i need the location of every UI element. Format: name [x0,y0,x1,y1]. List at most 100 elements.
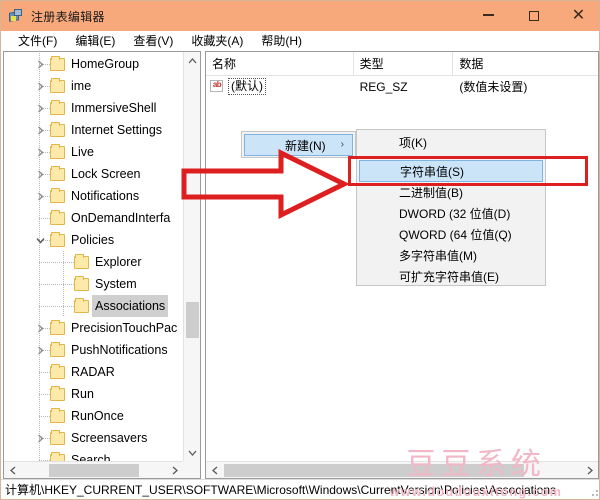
chevron-right-icon[interactable] [34,317,46,339]
folder-icon [50,100,65,115]
chevron-right-icon[interactable] [34,53,46,75]
values-list: ab (默认) REG_SZ (数值未设置) [206,76,598,97]
folder-icon [50,232,65,247]
tree-item-label: HomeGroup [71,57,140,71]
folder-icon [50,320,65,335]
chevron-right-icon[interactable] [34,163,46,185]
tree-item-live[interactable]: Live [4,141,183,163]
folder-icon [50,166,65,181]
value-name-cell[interactable]: ab (默认) [206,78,354,95]
chevron-left-icon[interactable] [206,462,223,478]
context-submenu-item-5[interactable]: 多字符串值(M) [359,245,543,266]
tree-item-screensavers[interactable]: Screensavers [4,427,183,449]
chevron-right-icon[interactable] [34,97,46,119]
folder-icon [50,452,65,461]
column-header-type[interactable]: 类型 [354,52,454,76]
watermark-brand: 豆豆系统 [406,448,546,481]
tree-item-label: Explorer [95,255,142,269]
tree-item-notifications[interactable]: Notifications [4,185,183,207]
chevron-right-icon[interactable] [34,119,46,141]
registry-tree-pane: HomeGroup ime ImmersiveShell Internet Setti… [3,51,201,479]
chevron-right-icon[interactable] [34,75,46,97]
folder-icon [74,254,89,269]
menubar: 文件(F) 编辑(E) 查看(V) 收藏夹(A) 帮助(H) [1,31,599,51]
tree-item-pushnotifications[interactable]: PushNotifications [4,339,183,361]
tree-item-radar[interactable]: RADAR [4,361,183,383]
tree-item-label: RADAR [71,365,115,379]
context-submenu-item-4[interactable]: QWORD (64 位值(Q) [359,224,543,245]
tree-item-label: ime [71,79,92,93]
tree-vertical-scrollbar[interactable] [183,52,200,461]
tree-item-run[interactable]: Run [4,383,183,405]
values-column-headers: 名称 类型 数据 [206,52,598,76]
tree-item-associations[interactable]: Associations [4,295,183,317]
tree-horizontal-scrollbar[interactable] [4,461,183,478]
tree-item-ondemandinterfa[interactable]: OnDemandInterfa [4,207,183,229]
tree-item-label: Notifications [71,189,140,203]
chevron-down-icon[interactable] [34,229,46,251]
column-header-name[interactable]: 名称 [206,52,354,76]
chevron-up-icon[interactable] [184,52,200,69]
menu-edit[interactable]: 编辑(E) [66,31,124,51]
registry-editor-window: 注册表编辑器 ✕ 文件(F) 编辑(E) 查看(V) 收藏夹(A) 帮助(H) … [0,0,600,500]
tree-hscroll-thumb[interactable] [49,464,139,477]
menu-file[interactable]: 文件(F) [9,31,66,51]
tree-item-label: System [95,277,137,291]
tree-item-label: PrecisionTouchPac [71,321,178,335]
folder-icon [50,342,65,357]
tree-item-explorer[interactable]: Explorer [4,251,183,273]
folder-icon [50,188,65,203]
tree-guide-lines [4,75,183,97]
chevron-right-icon[interactable] [34,141,46,163]
tree-item-precisiontouchpac[interactable]: PrecisionTouchPac [4,317,183,339]
tree-item-label: Screensavers [71,431,148,445]
tree-item-label: Associations [92,295,169,317]
folder-icon [50,408,65,423]
tree-item-label: Search [71,453,111,461]
chevron-right-icon[interactable] [34,185,46,207]
tree-item-system[interactable]: System [4,273,183,295]
tree-item-lock-screen[interactable]: Lock Screen [4,163,183,185]
folder-icon [50,386,65,401]
menu-view[interactable]: 查看(V) [124,31,182,51]
chevron-left-icon[interactable] [4,462,21,478]
value-data-cell: (数值未设置) [459,80,528,94]
close-button[interactable]: ✕ [556,1,599,31]
context-submenu-item-0[interactable]: 项(K) [359,132,543,153]
folder-icon [74,298,89,313]
table-row[interactable]: ab (默认) REG_SZ (数值未设置) [206,76,598,97]
maximize-button[interactable] [511,1,556,31]
value-name-text: (默认) [228,78,266,95]
tree-item-policies[interactable]: Policies [4,229,183,251]
menu-favorites[interactable]: 收藏夹(A) [182,31,252,51]
context-submenu-item-6[interactable]: 可扩充字符串值(E) [359,266,543,287]
registry-editor-icon [8,8,24,24]
registry-tree-scroll-area: HomeGroup ime ImmersiveShell Internet Setti… [4,52,183,461]
tree-scroll-corner [183,461,200,478]
tree-item-search[interactable]: Search [4,449,183,461]
minimize-button[interactable] [466,1,511,31]
folder-icon [50,430,65,445]
tree-vscroll-thumb[interactable] [186,302,199,338]
tree-item-ime[interactable]: ime [4,75,183,97]
context-submenu-new: 项(K) 字符串值(S) 二进制值(B) DWORD (32 位值(D) QWORD (… [356,129,546,286]
folder-icon [50,56,65,71]
red-highlight-rectangle [348,156,588,186]
tree-item-internet-settings[interactable]: Internet Settings [4,119,183,141]
chevron-right-icon[interactable] [34,339,46,361]
column-header-data[interactable]: 数据 [453,52,598,76]
menu-help[interactable]: 帮助(H) [252,31,311,51]
registry-tree: HomeGroup ime ImmersiveShell Internet Setti… [4,52,183,461]
chevron-down-icon[interactable] [184,444,200,461]
tree-item-homegroup[interactable]: HomeGroup [4,53,183,75]
tree-item-immersiveshell[interactable]: ImmersiveShell [4,97,183,119]
context-submenu-item-3[interactable]: DWORD (32 位值(D) [359,203,543,224]
string-value-icon: ab [210,79,225,94]
tree-guide-lines [4,273,183,295]
tree-item-label: RunOnce [71,409,124,423]
chevron-right-icon[interactable] [34,427,46,449]
chevron-right-icon[interactable] [166,462,183,478]
tree-item-runonce[interactable]: RunOnce [4,405,183,427]
tree-item-label: Lock Screen [71,167,141,181]
titlebar: 注册表编辑器 ✕ [1,1,599,31]
